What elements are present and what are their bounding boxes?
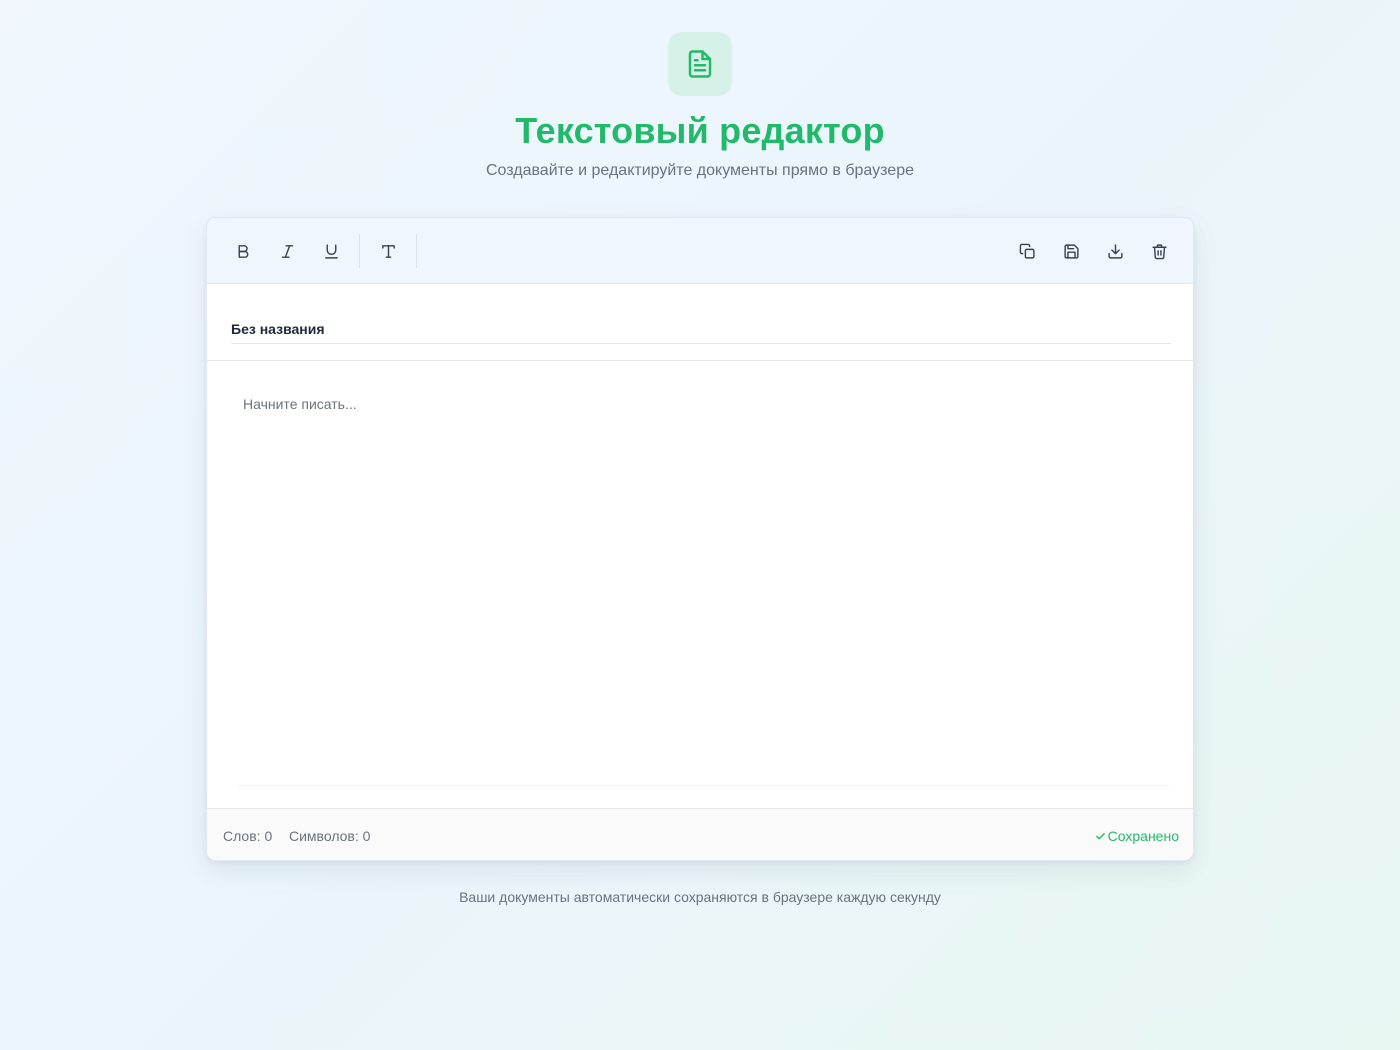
document-title-area [207,284,1193,361]
save-status: Сохранено [1095,828,1179,844]
document-icon [688,50,712,78]
document-title-input[interactable] [231,314,1171,344]
toolbar-divider [416,234,417,268]
char-count-value: 0 [362,828,371,844]
copy-icon [1019,243,1035,259]
underline-button[interactable] [315,235,347,267]
italic-icon [281,244,293,258]
download-icon [1107,243,1123,259]
download-button[interactable] [1099,235,1131,267]
bold-button[interactable] [227,235,259,267]
app-logo [668,32,732,96]
editor-card: Начните писать... Слов: 0 Символов: 0 Со… [206,217,1194,861]
word-count: Слов: 0 [223,828,272,844]
copy-button[interactable] [1011,235,1043,267]
delete-button[interactable] [1143,235,1175,267]
char-count: Символов: 0 [289,828,370,844]
save-status-label: Сохранено [1107,828,1179,844]
editor-placeholder: Начните писать... [243,396,357,412]
word-count-label: Слов: [223,828,261,844]
toolbar [207,218,1193,284]
editor-body[interactable]: Начните писать... [237,390,1169,786]
status-bar: Слов: 0 Символов: 0 Сохранено [207,808,1193,860]
text-size-icon [381,244,395,258]
check-icon [1095,833,1105,840]
save-icon [1063,243,1079,259]
text-size-button[interactable] [372,235,404,267]
page-title: Текстовый редактор [515,110,885,151]
char-count-label: Символов: [289,828,359,844]
trash-icon [1151,243,1167,259]
word-count-value: 0 [264,828,273,844]
save-button[interactable] [1055,235,1087,267]
page-subtitle: Создавайте и редактируйте документы прям… [485,162,914,179]
autosave-note: Ваши документы автоматически сохраняются… [459,889,941,905]
italic-button[interactable] [271,235,303,267]
toolbar-divider [359,234,360,268]
bold-icon [238,244,248,258]
underline-icon [324,243,338,259]
